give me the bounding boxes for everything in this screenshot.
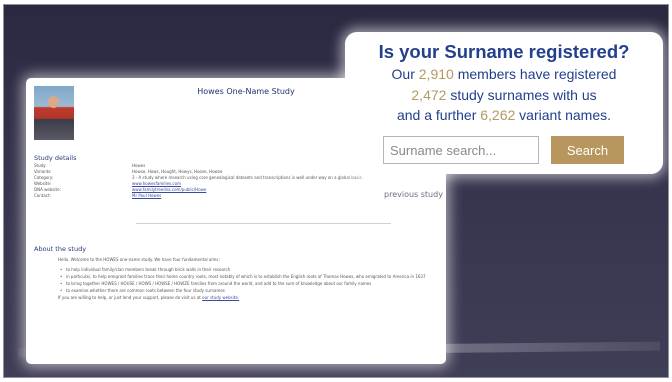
detail-row: Contact: Mr Paul Howes	[34, 193, 438, 199]
line-text: Our	[391, 66, 419, 82]
faded-background-text: previous study	[384, 190, 443, 199]
aim-item: in particular, to help emigrant families…	[60, 274, 438, 280]
callout-title: Is your Surname registered?	[378, 41, 630, 62]
search-button[interactable]: Search	[551, 136, 624, 164]
surname-search-input[interactable]	[383, 136, 539, 164]
about-body: Hello. Welcome to the HOWES one-name stu…	[58, 257, 438, 305]
line-text: members have registered	[453, 66, 617, 82]
about-intro: Hello. Welcome to the HOWES one-name stu…	[58, 257, 220, 262]
about-footer: If you are willing to help, or just lend…	[58, 295, 438, 301]
surname-callout: Is your Surname registered? Our 2,910 me…	[345, 32, 663, 174]
study-details-heading: Study details	[34, 154, 77, 162]
surnames-line: 2,472 study surnames with us	[345, 87, 663, 103]
study-website-link[interactable]: our study website.	[202, 295, 239, 300]
slide-frame: Howes One-Name Study Study details Study…	[3, 4, 669, 378]
aim-item: to examine whether there are common root…	[60, 288, 438, 294]
members-count: 2,910	[418, 66, 454, 82]
photo-face	[48, 96, 59, 108]
detail-label: Contact:	[34, 193, 51, 198]
aims-list: to help individual family/clan members b…	[58, 267, 438, 294]
divider	[136, 223, 391, 224]
variants-count: 6,262	[480, 107, 516, 123]
line-text: study surnames with us	[446, 87, 597, 103]
line-text: variant names.	[515, 107, 612, 123]
page-title: Howes One-Name Study	[197, 87, 295, 96]
members-line: Our 2,910 members have registered	[345, 66, 663, 82]
aim-item: to bring together HOWES / HOUSE / HOWS /…	[60, 281, 438, 287]
about-footer-text: If you are willing to help, or just lend…	[58, 295, 201, 300]
variants-line: and a further 6,262 variant names.	[345, 107, 663, 123]
surnames-count: 2,472	[411, 87, 447, 103]
line-text: and a further	[396, 107, 481, 123]
aim-item: to help individual family/clan members b…	[60, 267, 438, 273]
about-heading: About the study	[34, 245, 87, 253]
profile-photo	[34, 86, 74, 140]
